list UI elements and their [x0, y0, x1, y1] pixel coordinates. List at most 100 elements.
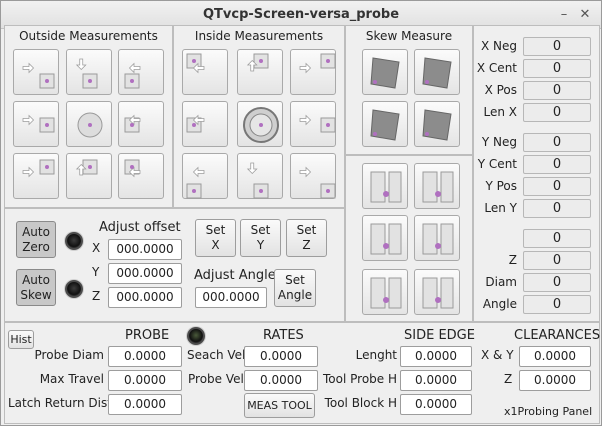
- probe-led: [187, 327, 205, 345]
- length-x-inside-button[interactable]: [414, 163, 460, 209]
- readout-value: 0: [523, 177, 591, 196]
- readout-value: 0: [523, 133, 591, 152]
- clearance-xy-field[interactable]: 0.0000: [519, 346, 591, 367]
- max-travel-field[interactable]: 0.0000: [108, 370, 182, 391]
- skew-y-neg-button[interactable]: [414, 101, 460, 147]
- readout-label: X Cent: [476, 61, 517, 75]
- outside-probe-x-neg-y-neg-icon: [22, 159, 55, 178]
- outside-probe-y-neg[interactable]: [66, 153, 112, 199]
- set-x-label-1: Set: [205, 223, 226, 237]
- length-x-outside-button[interactable]: [362, 163, 408, 209]
- skew-x-neg-button[interactable]: [362, 101, 408, 147]
- meas-tool-button[interactable]: MEAS TOOL: [244, 393, 315, 418]
- probe-vel-field[interactable]: 0.0000: [244, 370, 318, 391]
- readout-label: X Neg: [480, 39, 517, 53]
- readout-label: X Pos: [484, 83, 517, 97]
- inside-probe-y-neg[interactable]: [237, 153, 283, 199]
- set-angle-label-1: Set: [285, 273, 305, 287]
- inside-probe-x-pos-y-pos-icon: [299, 53, 336, 74]
- readout-value: 0: [523, 295, 591, 314]
- inside-probe-x-neg-y-neg[interactable]: [182, 153, 228, 199]
- tool-block-h-field[interactable]: 0.0000: [400, 394, 472, 415]
- clearance-z-label: Z: [504, 372, 513, 386]
- inside-probe-x-neg-y-pos[interactable]: [182, 49, 228, 95]
- clearance-xy-label: X & Y: [481, 348, 514, 362]
- skew-x-icon: [370, 57, 400, 89]
- readout-label: Z: [508, 253, 517, 267]
- probe-window: QTvcp-Screen-versa_probe – ✕ Outside Mea…: [0, 0, 602, 426]
- lenght-field[interactable]: 0.0000: [400, 346, 472, 367]
- side-edge-section-title: SIDE EDGE: [404, 328, 475, 343]
- set-angle-button[interactable]: Set Angle: [274, 269, 316, 307]
- readout-label: Diam: [485, 275, 517, 289]
- readout-value: 0: [523, 229, 591, 248]
- tool-probe-h-field[interactable]: 0.0000: [400, 370, 472, 391]
- readout-value: 0: [523, 59, 591, 78]
- outside-probe-center[interactable]: [66, 101, 112, 147]
- window-title: QTvcp-Screen-versa_probe: [202, 7, 400, 22]
- inside-probe-y-neg-icon: [246, 162, 269, 199]
- inside-probe-y-pos[interactable]: [237, 49, 283, 95]
- outside-probe-x-neg-icon: [22, 114, 55, 133]
- set-x-button[interactable]: Set X: [195, 219, 236, 257]
- clearance-z-field[interactable]: 0.0000: [519, 370, 591, 391]
- inside-probe-x-neg-icon: [186, 114, 205, 133]
- length-y-outside-button[interactable]: [362, 215, 408, 261]
- angle-field[interactable]: 000.0000: [195, 287, 267, 308]
- skew-y-neg-icon: [422, 109, 452, 141]
- inside-probe-center[interactable]: [237, 101, 283, 147]
- skew-x-button[interactable]: [362, 49, 408, 95]
- auto-zero-button[interactable]: Auto Zero: [16, 221, 56, 258]
- readout-value: 0: [523, 155, 591, 174]
- inside-probe-x-neg[interactable]: [182, 101, 228, 147]
- outside-probe-x-pos-y-pos[interactable]: [118, 49, 164, 95]
- close-button[interactable]: ✕: [576, 6, 594, 24]
- tool-block-h-label: Tool Block H: [324, 396, 397, 410]
- latch-return-field[interactable]: 0.0000: [108, 394, 182, 415]
- lenght-label: Lenght: [355, 348, 397, 362]
- outside-probe-y-pos[interactable]: [66, 49, 112, 95]
- minimize-button[interactable]: –: [555, 6, 573, 24]
- outside-probe-y-pos-icon: [75, 58, 98, 89]
- inside-probe-x-pos-y-neg[interactable]: [290, 153, 336, 199]
- set-z-button[interactable]: Set Z: [286, 219, 327, 257]
- probe-diam-field[interactable]: 0.0000: [108, 346, 182, 367]
- hist-button[interactable]: Hist: [8, 330, 34, 349]
- offset-x-field[interactable]: 000.0000: [108, 239, 182, 260]
- readout-value: 0: [523, 251, 591, 270]
- clearances-section-title: CLEARANCES: [514, 328, 601, 343]
- skew-y-icon: [422, 57, 452, 89]
- skew-y-button[interactable]: [414, 49, 460, 95]
- set-z-label-1: Set: [296, 223, 317, 237]
- outside-probe-x-neg[interactable]: [13, 101, 59, 147]
- outside-probe-x-pos[interactable]: [118, 101, 164, 147]
- search-vel-field[interactable]: 0.0000: [244, 346, 318, 367]
- outside-probe-x-neg-y-neg[interactable]: [13, 153, 59, 199]
- readout-label: Y Cent: [477, 157, 517, 171]
- offset-z-field[interactable]: 000.0000: [108, 287, 182, 308]
- length-x-inside-icon: [422, 171, 454, 203]
- search-vel-label: Seach Vel: [187, 348, 246, 362]
- inside-probe-x-pos[interactable]: [290, 101, 336, 147]
- inside-probe-x-pos-y-pos[interactable]: [290, 49, 336, 95]
- length-y-inside-button[interactable]: [414, 215, 460, 261]
- tool-probe-h-label: Tool Probe H: [323, 372, 397, 386]
- readout-value: 0: [523, 103, 591, 122]
- probe-vel-label: Probe Vel: [188, 372, 244, 386]
- offset-y-field[interactable]: 000.0000: [108, 263, 182, 284]
- auto-skew-button[interactable]: Auto Skew: [16, 269, 56, 306]
- inside-probe-x-pos-icon: [299, 114, 336, 133]
- tool-probe-button[interactable]: [362, 269, 408, 315]
- skew-title: Skew Measure: [365, 29, 453, 43]
- outside-probe-x-pos-y-pos-icon: [124, 62, 141, 89]
- set-x-label-2: X: [211, 238, 220, 252]
- length-y-inside-icon: [422, 223, 454, 255]
- outside-probe-x-pos-y-neg[interactable]: [118, 153, 164, 199]
- latch-return-label: Latch Return Dist: [8, 396, 112, 410]
- set-y-button[interactable]: Set Y: [240, 219, 281, 257]
- panel-footer-label: x1Probing Panel: [504, 405, 593, 418]
- outside-probe-x-neg-y-pos[interactable]: [13, 49, 59, 95]
- readout-value: 0: [523, 273, 591, 292]
- tool-measure-button[interactable]: [414, 269, 460, 315]
- tool-measure-icon: [422, 277, 454, 309]
